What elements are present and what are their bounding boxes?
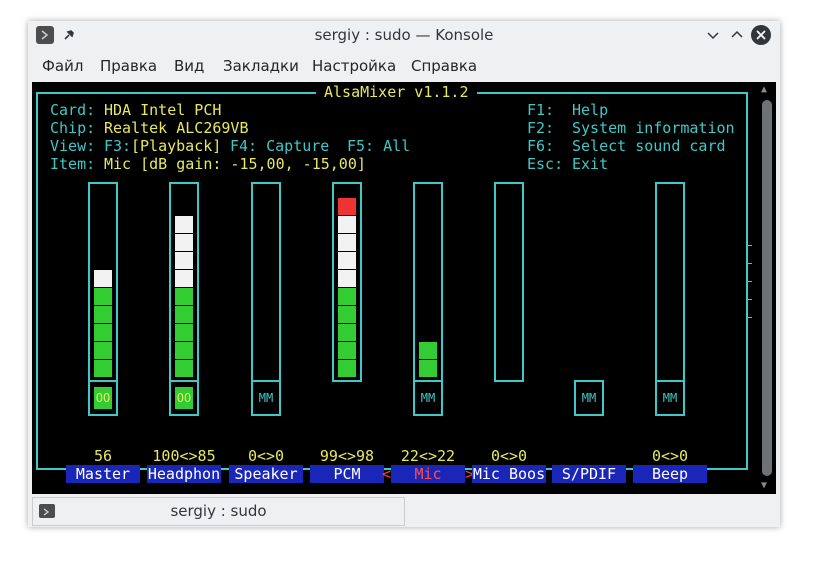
channel-label[interactable]: Beep [633,465,707,483]
volume-level-cell [94,270,112,287]
volume-level-cell [175,216,193,233]
volume-level-cell [338,306,356,323]
volume-level-cell [338,324,356,341]
maximize-icon[interactable] [728,26,746,44]
channel-label[interactable]: Speaker [229,465,303,483]
chip-value: Realtek ALC269VB [104,119,249,137]
channel-label[interactable]: S/PDIF [552,465,626,483]
volume-level-cell [338,270,356,287]
volume-value: 56 [93,447,113,465]
key-f1-desc: Help [572,101,609,119]
channel-label[interactable]: Mic Boos [472,465,546,483]
volume-level-cell [338,234,356,251]
volume-level-cell [338,252,356,269]
key-esc: Esc: [527,155,564,173]
key-f2: F2: [527,119,555,137]
menu-settings[interactable]: Настройка [312,57,396,75]
volume-level-cell [175,306,193,323]
mute-state-label: OO [94,387,112,409]
volume-level-cell [338,342,356,359]
volume-level-cell [175,342,193,359]
volume-level-cell [94,342,112,359]
terminal-area[interactable]: AlsaMixer v1.1.2 Card: HDA Intel PCH Chi… [32,82,776,494]
menu-edit[interactable]: Правка [100,57,157,75]
volume-level-cell [94,288,112,305]
tab-label: sergiy : sudo [170,502,267,520]
volume-level-cell [175,288,193,305]
menu-file[interactable]: Файл [42,57,83,75]
terminal-tab[interactable]: sergiy : sudo [32,497,405,526]
mute-state-label: OO [175,387,193,409]
volume-value: 99<>98 [319,447,375,465]
volume-level-cell [94,306,112,323]
volume-level-cell [419,342,437,359]
terminal-scrollbar[interactable] [762,100,772,476]
chip-label: Chip: [50,119,96,137]
selection-arrow-left: < [382,465,392,483]
volume-value: 22<>22 [400,447,456,465]
view-f3-value: [Playback] [131,137,222,155]
view-f3-key: F3: [104,137,132,155]
volume-level-cell [338,216,356,233]
volume-value: 100<>85 [152,447,216,465]
channel-label[interactable]: Headphon [147,465,221,483]
mute-state-label: MM [420,391,436,405]
channel-label[interactable]: Mic [391,465,465,483]
key-f6-desc: Select sound card [572,137,726,155]
volume-level-cell [175,324,193,341]
scroll-down-arrow[interactable]: ▼ [761,480,767,491]
tab-bar: sergiy : sudo [28,496,780,527]
volume-level-cell [419,360,437,377]
mute-state-label: MM [581,391,597,405]
key-esc-desc: Exit [572,155,609,173]
view-f4: F4: Capture [230,137,330,155]
view-f5: F5: All [347,137,411,155]
volume-level-cell [94,324,112,341]
minimize-icon[interactable] [704,26,722,44]
menu-help[interactable]: Справка [411,57,477,75]
mute-state-label: MM [258,391,274,405]
menu-bar: Файл Правка Вид Закладки Настройка Справ… [28,49,780,81]
volume-value: 0<>0 [247,447,285,465]
scroll-marks [746,237,752,327]
key-f2-desc: System information [572,119,735,137]
item-value: Mic [dB gain: -15,00, -15,00] [104,155,366,173]
volume-level-cell [175,234,193,251]
scroll-up-arrow[interactable]: ▲ [761,84,767,95]
key-f1: F1: [527,101,555,119]
volume-bar-frame[interactable] [251,182,281,382]
window-title: sergiy : sudo — Konsole [314,26,494,44]
volume-level-cell [175,252,193,269]
volume-level-cell [338,288,356,305]
menu-bookmarks[interactable]: Закладки [223,57,299,75]
view-label: View: [50,137,96,155]
close-icon[interactable] [751,25,771,45]
volume-bar-frame[interactable] [494,182,524,382]
channel-label[interactable]: Master [66,465,140,483]
card-value: HDA Intel PCH [104,101,222,119]
card-label: Card: [50,101,96,119]
menu-view[interactable]: Вид [174,57,204,75]
mute-state-label: MM [662,391,678,405]
volume-level-cell [94,360,112,377]
volume-bar-frame[interactable] [655,182,685,382]
item-label: Item: [50,155,96,173]
konsole-window: sergiy : sudo — Konsole Файл Правка Вид … [28,21,780,527]
channel-label[interactable]: PCM [310,465,384,483]
volume-level-cell [338,198,356,215]
volume-level-cell [338,360,356,377]
volume-value: 0<>0 [490,447,528,465]
mixer-header: AlsaMixer v1.1.2 [316,83,477,101]
title-bar[interactable]: sergiy : sudo — Konsole [28,21,780,49]
key-f6: F6: [527,137,555,155]
volume-level-cell [175,270,193,287]
volume-level-cell [175,360,193,377]
volume-value: 0<>0 [651,447,689,465]
